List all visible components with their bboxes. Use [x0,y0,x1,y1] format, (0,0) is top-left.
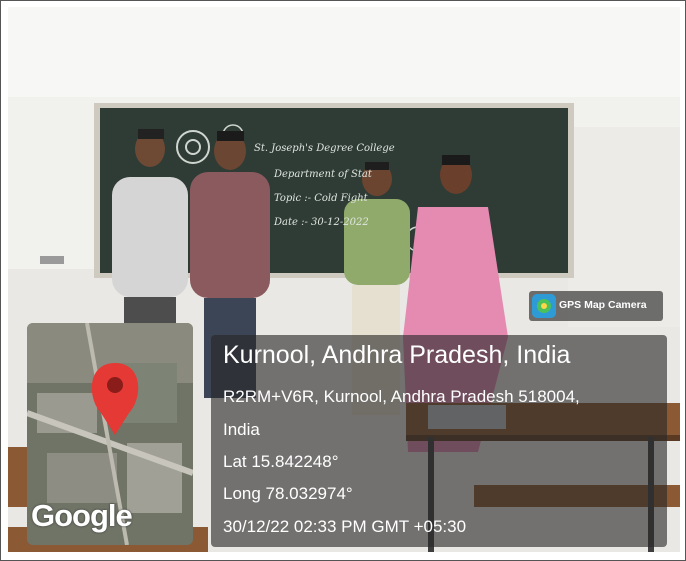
address-line-1: R2RM+V6R, Kurnool, Andhra Pradesh 518004… [223,387,580,406]
board-line-2: Department of Stat [274,169,372,180]
person-2 [190,172,270,298]
place-name: Kurnool, Andhra Pradesh, India [223,341,571,369]
address-line-2: India [223,420,260,439]
longitude: Long 78.032974° [223,484,353,503]
camera-pin-icon [532,294,556,318]
latitude: Lat 15.842248° [223,452,339,471]
person-3 [344,199,410,285]
map-provider-logo: Google [31,498,133,533]
app-badge-label: GPS Map Camera [559,299,647,311]
timestamp: 30/12/22 02:33 PM GMT +05:30 [223,517,467,536]
board-line-4: Date :- 30-12-2022 [274,217,369,228]
app-badge: GPS Map Camera [529,291,663,321]
board-line-1: St. Joseph's Degree College [254,143,395,154]
board-line-3: Topic :- Cold Fight [274,193,368,204]
person-1 [112,177,188,297]
photo-frame: St. Joseph's Degree College Department o… [0,0,686,561]
